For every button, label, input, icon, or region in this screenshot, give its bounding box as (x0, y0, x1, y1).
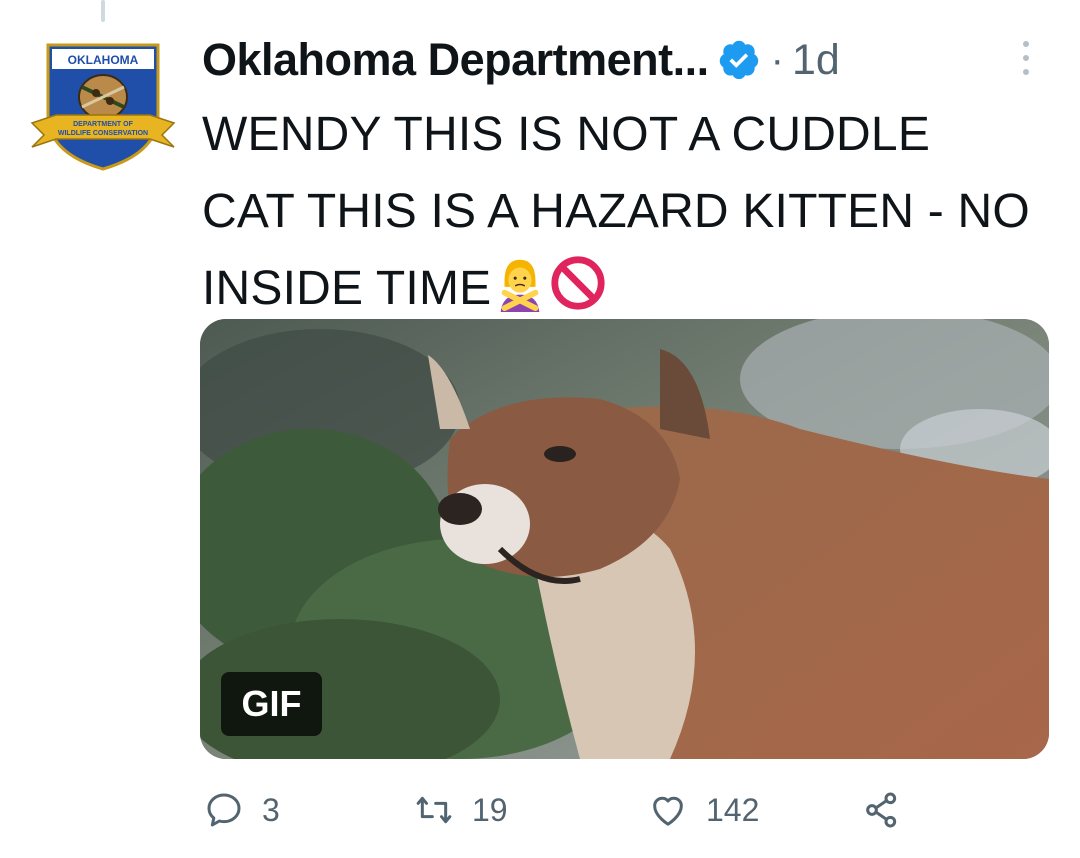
odwc-logo-icon: OKLAHOMA DEPARTMENT OF WILDLIFE CONSERVA… (30, 43, 176, 171)
avatar[interactable]: OKLAHOMA DEPARTMENT OF WILDLIFE CONSERVA… (30, 35, 176, 175)
retweet-count: 19 (472, 791, 508, 828)
prohibited-emoji-icon (551, 256, 605, 310)
svg-text:WILDLIFE CONSERVATION: WILDLIFE CONSERVATION (58, 130, 148, 137)
verified-badge-icon (719, 40, 758, 80)
svg-text:DEPARTMENT OF: DEPARTMENT OF (73, 121, 133, 128)
media-gif[interactable]: GIF (200, 319, 1049, 759)
like-button[interactable]: 142 (648, 778, 759, 842)
gif-badge: GIF (221, 672, 322, 736)
heart-icon (653, 796, 683, 826)
retweet-icon (416, 796, 452, 824)
share-icon (866, 792, 897, 828)
share-button[interactable] (862, 778, 902, 842)
retweet-button[interactable]: 19 (414, 778, 508, 842)
reply-button[interactable]: 3 (204, 778, 280, 842)
tweet-body: WENDY THIS IS NOT A CUDDLE CAT THIS IS A… (202, 108, 1030, 315)
action-bar: 3 19 142 (200, 778, 1020, 842)
separator-dot: · (770, 37, 784, 82)
timestamp[interactable]: 1d (792, 36, 840, 85)
more-options-icon[interactable] (1014, 36, 1038, 80)
like-count: 142 (706, 791, 760, 828)
tweet-header: Oklahoma Department... · 1d (202, 28, 840, 92)
thread-line (101, 0, 105, 22)
tweet-text: WENDY THIS IS NOT A CUDDLE CAT THIS IS A… (202, 96, 1032, 327)
cougar-gif-image (200, 319, 1049, 759)
logo-top-text: OKLAHOMA (68, 53, 139, 67)
reply-icon (207, 793, 241, 827)
author-name[interactable]: Oklahoma Department... (202, 34, 709, 86)
reply-count: 3 (262, 791, 280, 828)
person-gesturing-no-emoji-icon (501, 259, 540, 312)
